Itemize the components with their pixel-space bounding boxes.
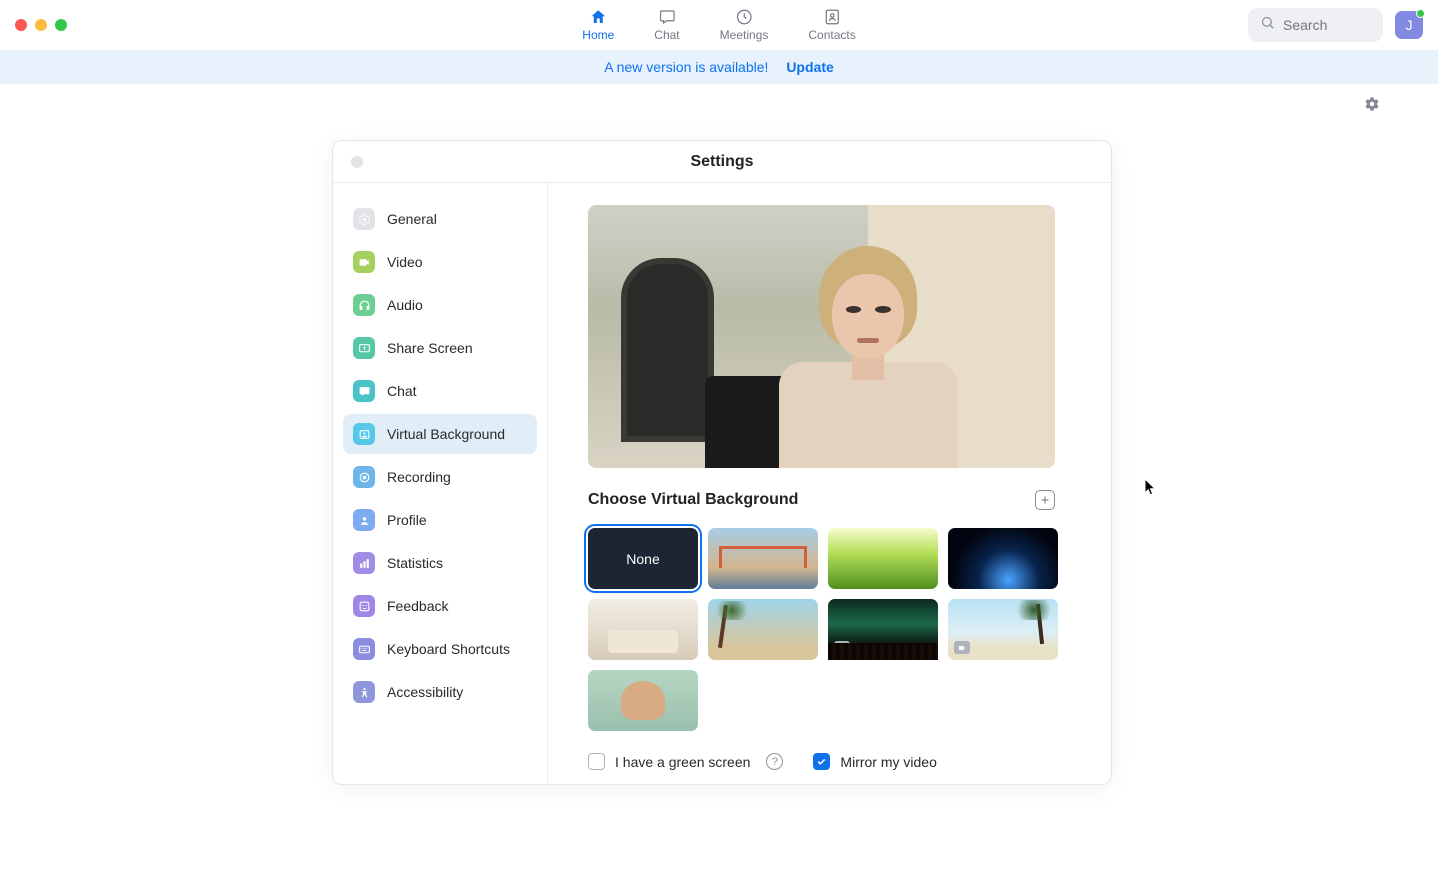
background-option-bridge[interactable] xyxy=(708,528,818,589)
background-option-room[interactable] xyxy=(588,599,698,660)
settings-panel: Choose Virtual Background None xyxy=(548,183,1111,784)
gear-icon xyxy=(353,208,375,230)
mouse-cursor xyxy=(1144,478,1158,501)
video-badge-icon xyxy=(954,641,970,654)
settings-gear-button[interactable] xyxy=(1364,96,1380,117)
background-option-beach[interactable] xyxy=(948,599,1058,660)
checkbox-checked-icon xyxy=(813,753,830,770)
update-link[interactable]: Update xyxy=(786,59,833,75)
top-right-controls: J xyxy=(1248,8,1423,42)
contacts-icon xyxy=(823,8,841,26)
settings-header: Settings xyxy=(333,141,1111,183)
sidebar-item-label: Chat xyxy=(387,383,417,399)
update-banner: A new version is available! Update xyxy=(0,50,1438,84)
background-option-none[interactable]: None xyxy=(588,528,698,589)
statistics-icon xyxy=(353,552,375,574)
main-nav: Home Chat Meetings Contacts xyxy=(582,8,855,42)
sidebar-item-label: Audio xyxy=(387,297,423,313)
minimize-window-button[interactable] xyxy=(35,19,47,31)
sidebar-item-label: Keyboard Shortcuts xyxy=(387,641,510,657)
close-settings-button[interactable] xyxy=(351,156,363,168)
background-option-palms[interactable] xyxy=(708,599,818,660)
settings-title: Settings xyxy=(690,153,753,171)
search-box[interactable] xyxy=(1248,8,1383,42)
window-controls xyxy=(15,19,67,31)
search-input[interactable] xyxy=(1283,17,1371,33)
recording-icon xyxy=(353,466,375,488)
sidebar-item-statistics[interactable]: Statistics xyxy=(343,543,537,583)
sidebar-item-general[interactable]: General xyxy=(343,199,537,239)
video-preview xyxy=(588,205,1055,468)
close-window-button[interactable] xyxy=(15,19,27,31)
clock-icon xyxy=(735,8,753,26)
nav-home[interactable]: Home xyxy=(582,8,614,42)
video-camera-icon xyxy=(353,251,375,273)
sidebar-item-keyboard-shortcuts[interactable]: Keyboard Shortcuts xyxy=(343,629,537,669)
sidebar-item-audio[interactable]: Audio xyxy=(343,285,537,325)
feedback-icon xyxy=(353,595,375,617)
choose-virtual-background-heading: Choose Virtual Background xyxy=(588,491,798,509)
sidebar-item-share-screen[interactable]: Share Screen xyxy=(343,328,537,368)
sidebar-item-chat[interactable]: Chat xyxy=(343,371,537,411)
sidebar-item-recording[interactable]: Recording xyxy=(343,457,537,497)
nav-label: Home xyxy=(582,28,614,42)
sidebar-item-label: Profile xyxy=(387,512,427,528)
update-message: A new version is available! xyxy=(604,59,768,75)
checkbox-icon xyxy=(588,753,605,770)
presence-indicator xyxy=(1416,9,1425,18)
keyboard-icon xyxy=(353,638,375,660)
maximize-window-button[interactable] xyxy=(55,19,67,31)
nav-label: Chat xyxy=(654,28,679,42)
title-bar: Home Chat Meetings Contacts xyxy=(0,0,1438,50)
sidebar-item-label: Video xyxy=(387,254,423,270)
user-avatar[interactable]: J xyxy=(1395,11,1423,39)
chat-icon xyxy=(353,380,375,402)
nav-meetings[interactable]: Meetings xyxy=(720,8,769,42)
sidebar-item-label: Feedback xyxy=(387,598,448,614)
sidebar-item-label: Accessibility xyxy=(387,684,463,700)
background-option-aurora[interactable] xyxy=(828,599,938,660)
options-row: I have a green screen ? Mirror my video xyxy=(588,753,1071,770)
headphones-icon xyxy=(353,294,375,316)
settings-sidebar: General Video Audio Share Screen xyxy=(333,183,548,784)
none-label: None xyxy=(626,551,659,567)
mirror-video-checkbox[interactable]: Mirror my video xyxy=(813,753,936,770)
nav-label: Contacts xyxy=(808,28,855,42)
sidebar-item-label: Statistics xyxy=(387,555,443,571)
profile-icon xyxy=(353,509,375,531)
share-screen-icon xyxy=(353,337,375,359)
help-icon[interactable]: ? xyxy=(766,753,783,770)
avatar-initial: J xyxy=(1406,17,1413,33)
sidebar-item-label: General xyxy=(387,211,437,227)
settings-window: Settings General Video Audio xyxy=(332,140,1112,785)
sidebar-item-profile[interactable]: Profile xyxy=(343,500,537,540)
search-icon xyxy=(1260,15,1275,35)
add-background-button[interactable] xyxy=(1035,490,1055,510)
mirror-label: Mirror my video xyxy=(840,754,936,770)
sidebar-item-label: Share Screen xyxy=(387,340,473,356)
sidebar-item-video[interactable]: Video xyxy=(343,242,537,282)
sidebar-item-accessibility[interactable]: Accessibility xyxy=(343,672,537,712)
nav-contacts[interactable]: Contacts xyxy=(808,8,855,42)
background-option-earth[interactable] xyxy=(948,528,1058,589)
sidebar-item-feedback[interactable]: Feedback xyxy=(343,586,537,626)
background-grid: None xyxy=(588,528,1068,731)
sidebar-item-label: Recording xyxy=(387,469,451,485)
sidebar-item-virtual-background[interactable]: Virtual Background xyxy=(343,414,537,454)
accessibility-icon xyxy=(353,681,375,703)
background-option-grass[interactable] xyxy=(828,528,938,589)
chat-bubble-icon xyxy=(658,8,676,26)
nav-chat[interactable]: Chat xyxy=(654,8,679,42)
sidebar-item-label: Virtual Background xyxy=(387,426,505,442)
video-badge-icon xyxy=(834,641,850,654)
green-screen-label: I have a green screen xyxy=(615,754,750,770)
green-screen-checkbox[interactable]: I have a green screen ? xyxy=(588,753,783,770)
home-icon xyxy=(589,8,607,26)
nav-label: Meetings xyxy=(720,28,769,42)
virtual-background-icon xyxy=(353,423,375,445)
background-option-person[interactable] xyxy=(588,670,698,731)
